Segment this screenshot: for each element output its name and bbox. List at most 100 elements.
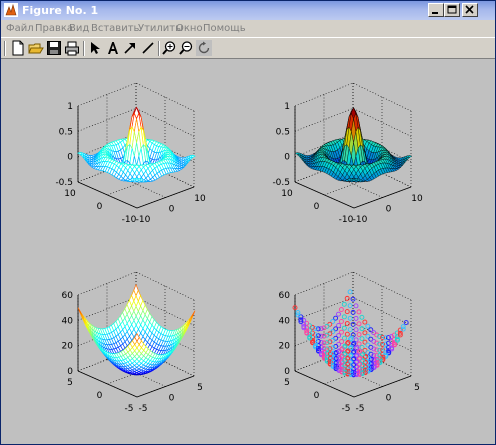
surface-marker [353, 315, 359, 321]
x-tick-label: 5 [414, 383, 420, 393]
z-tick-label: 0.5 [59, 127, 73, 137]
x-tick-label: 0 [386, 394, 392, 404]
surface-marker [341, 301, 347, 307]
plots-canvas: 10.50-0.5100-10 -1001010.50-0.5100-10 -100… [55, 82, 423, 414]
subplot-1: 10.50-0.5100-10 -10010 [55, 82, 206, 225]
app-icon [4, 3, 18, 17]
zoom-out-button[interactable] [178, 40, 194, 56]
zoom-out-icon [179, 41, 193, 55]
z-tick-label: 0 [284, 367, 290, 377]
menu-insert[interactable]: Вставить [91, 23, 139, 34]
z-tick-label: 0 [67, 153, 73, 163]
close-button[interactable] [462, 3, 478, 17]
surface-marker [362, 319, 368, 325]
surface-marker [341, 325, 347, 331]
new-figure-button[interactable] [10, 40, 26, 56]
z-tick-label: 1 [284, 102, 290, 112]
surface-marker [344, 321, 350, 326]
surface-marker [347, 303, 353, 309]
surface-marker [347, 315, 353, 321]
toolbar-separator [83, 41, 85, 56]
insert-arrow-button[interactable] [122, 40, 138, 56]
y-tick-label: -10 [122, 215, 137, 225]
figure-area: 1 0.5 0 -0.5 10 0 -10 -10 0 10 1 0.5 0 -0.5 10 0 -10 -10 0… [2, 59, 495, 444]
x-tick-label: -10 [136, 215, 151, 225]
insert-line-button[interactable] [140, 40, 156, 56]
surface-marker [347, 327, 353, 333]
surface-marker [350, 321, 356, 327]
z-tick-label: 1 [67, 102, 73, 112]
surface-marker [353, 327, 359, 333]
z-gridline [294, 82, 412, 112]
zoom-in-icon [162, 41, 176, 55]
x-tick-label: 0 [169, 394, 175, 404]
y-axis-line [294, 181, 355, 209]
figure-window: Figure No. 1 Файл Правка Вид Вставить Ут… [0, 0, 496, 445]
y-tick-label: -10 [339, 215, 354, 225]
select-button[interactable] [87, 40, 103, 56]
menu-view[interactable]: Вид [69, 23, 89, 34]
title-bar[interactable]: Figure No. 1 [1, 1, 495, 20]
x-tick-label: -5 [356, 404, 365, 414]
y-tick-label: 5 [284, 378, 290, 388]
y-axis-line [77, 370, 138, 398]
x-tick-label: 10 [194, 194, 206, 204]
surface-marker [339, 329, 344, 335]
surface-marker [342, 335, 347, 341]
surface-marker [344, 309, 350, 315]
z-tick-label: 20 [279, 342, 291, 352]
new-file-icon [12, 40, 24, 56]
surface-marker [350, 309, 356, 315]
text-icon [108, 42, 118, 54]
close-icon [465, 5, 474, 14]
x-tick-label: 5 [197, 383, 203, 393]
menu-window[interactable]: Окно [176, 23, 203, 34]
y-tick-label: 0 [97, 391, 103, 401]
surface-mesh [77, 106, 196, 183]
x-tick-label: 0 [169, 205, 175, 215]
z-tick-label: -0.5 [55, 178, 73, 188]
minimize-button[interactable] [428, 3, 444, 17]
x-tick-label: -10 [353, 215, 368, 225]
y-tick-label: 0 [314, 391, 320, 401]
y-tick-label: 0 [314, 202, 320, 212]
surface-marker [353, 303, 359, 309]
zoom-in-button[interactable] [161, 40, 177, 56]
z-tick-label: 20 [62, 342, 74, 352]
x-tick-label: 0 [386, 205, 392, 215]
menu-help[interactable]: Помощь [203, 23, 246, 34]
x-tick-label: -5 [139, 404, 148, 414]
x-axis-line [136, 186, 195, 209]
surface-marker [356, 332, 362, 337]
surface-marker [336, 311, 341, 317]
save-button[interactable] [46, 40, 62, 56]
y-tick-label: -5 [125, 404, 134, 414]
x-axis-line [353, 186, 412, 209]
menu-bar: Файл Правка Вид Вставить Утилиты Окно По… [1, 20, 495, 37]
print-button[interactable] [64, 40, 80, 56]
minimize-icon [432, 12, 438, 14]
z-tick-label: 0 [67, 367, 73, 377]
pointer-icon [91, 42, 100, 54]
surface-markers [292, 289, 409, 378]
z-tick-label: 40 [62, 316, 74, 326]
x-tick-label: 10 [411, 194, 423, 204]
menu-edit[interactable]: Правка [35, 23, 73, 34]
insert-text-button[interactable] [105, 40, 121, 56]
toolbar [1, 37, 495, 59]
open-file-button[interactable] [28, 40, 44, 56]
rotate-3d-icon [198, 41, 210, 54]
surface-marker [338, 307, 344, 312]
subplot-2: 10.50-0.5100-10 -10010 [272, 82, 423, 225]
rotate-3d-button[interactable] [196, 40, 212, 56]
maximize-button[interactable] [444, 3, 460, 17]
line-icon [142, 42, 154, 54]
surface-marker [348, 335, 354, 341]
z-tick-label: 60 [279, 291, 291, 301]
toolbar-separator [158, 41, 160, 56]
surface-marker [339, 319, 344, 324]
surface-surf [294, 107, 413, 183]
surface-marker [403, 320, 409, 325]
menu-file[interactable]: Файл [6, 23, 34, 34]
y-tick-label: 10 [64, 189, 76, 199]
